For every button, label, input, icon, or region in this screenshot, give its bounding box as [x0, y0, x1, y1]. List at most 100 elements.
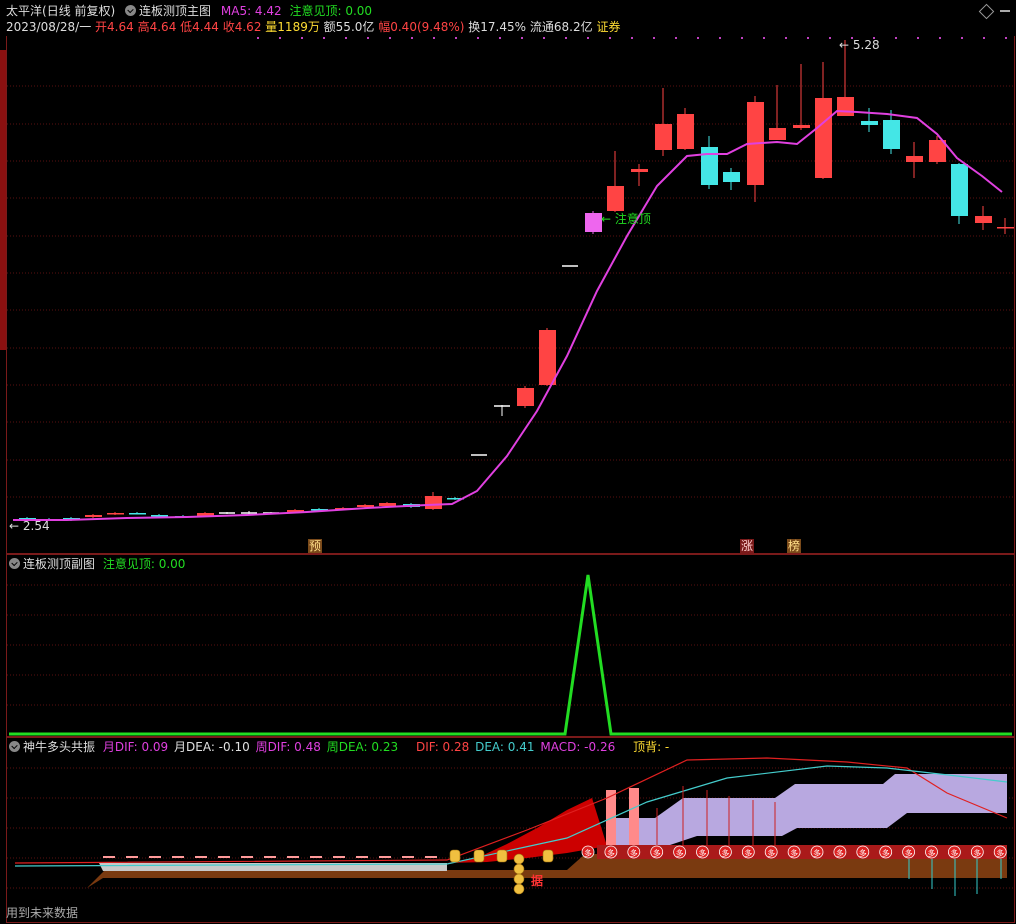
- duo-signal-text: 多: [996, 848, 1004, 858]
- weekly-dif: 周DIF: 0.48: [255, 740, 321, 754]
- candle-body: [997, 227, 1014, 229]
- macd-mini-bar: [264, 856, 276, 858]
- tag-zhang[interactable]: 涨: [740, 539, 755, 553]
- duo-signal-text: 多: [882, 848, 890, 858]
- main-indicator-name[interactable]: 连板测顶主图: [139, 4, 211, 18]
- duo-signal-text: 多: [859, 848, 867, 858]
- top-divergence-value: 顶背: -: [633, 740, 670, 754]
- resonance-panel[interactable]: 多 多 多 多 多 多 多 多 多 多 多 多 多 多 多 多 多 多 多 神牛多头共振 月DIF: 0.09 月D…: [6, 737, 1015, 923]
- candle-body: [906, 156, 923, 162]
- duo-signal-text: 多: [676, 848, 684, 858]
- candle-body: [425, 496, 442, 509]
- macd-value: MACD: -0.26: [540, 740, 616, 754]
- duo-signal-text: 多: [653, 848, 661, 858]
- sub-chart-title[interactable]: 连板测顶副图: [23, 557, 95, 571]
- coin-icon: [513, 883, 525, 895]
- period-label: (日线 前复权): [42, 4, 116, 18]
- sub-chart-value: 注意见顶: 0.00: [102, 557, 186, 571]
- resonance-canvas: 多多多多多多多多多多多多多多多多多多多: [7, 757, 1014, 896]
- main-chart-panel[interactable]: ← 5.28 ← 2.54 ← 注意顶 预 涨 榜: [6, 36, 1015, 554]
- float-cap-label: 流通68.2亿: [529, 20, 593, 34]
- volume-label: 量1189万: [265, 20, 320, 34]
- duo-signal-text: 多: [790, 848, 798, 858]
- macd-mini-bar: [379, 856, 391, 858]
- duo-signal-text: 多: [905, 848, 913, 858]
- candle-body: [85, 515, 102, 517]
- low-price: 低4.44: [180, 20, 219, 34]
- main-chart-canvas: [7, 37, 1014, 521]
- low-price-marker: ← 2.54: [9, 519, 50, 533]
- sector-label[interactable]: 证券: [596, 20, 620, 34]
- high-price: 高4.64: [137, 20, 177, 34]
- duo-signal-text: 多: [630, 848, 638, 858]
- tag-bang[interactable]: 榜: [787, 539, 802, 553]
- sub-chart-panel[interactable]: 连板测顶副图 注意见顶: 0.00: [6, 554, 1015, 737]
- sub-chart-header: 连板测顶副图 注意见顶: 0.00: [9, 557, 185, 571]
- hand-pointer-icon: [449, 849, 461, 863]
- stock-name: 太平洋: [6, 4, 43, 18]
- change-label: 幅0.40(9.48%): [378, 20, 465, 34]
- open-price: 开4.64: [95, 20, 134, 34]
- diamond-icon[interactable]: [978, 3, 995, 20]
- candle-body: [677, 114, 694, 149]
- macd-mini-bar: [241, 856, 253, 858]
- macd-mini-bar: [103, 856, 115, 858]
- candle-body: [769, 128, 786, 140]
- resonance-menu-icon[interactable]: [9, 741, 20, 752]
- tag-yu[interactable]: 预: [308, 539, 323, 553]
- sub-chart-canvas: [7, 574, 1014, 736]
- sub-indicator-menu-icon[interactable]: [9, 558, 20, 569]
- candle-body: [837, 97, 854, 116]
- macd-mini-bar: [425, 856, 437, 858]
- header-row-1: 太平洋(日线 前复权) 连板测顶主图 MA5: 4.42 注意见顶: 0.00: [6, 4, 372, 18]
- hand-pointer-icon: [473, 849, 485, 863]
- monthly-dif: 月DIF: 0.09: [102, 740, 169, 754]
- warn-top-value: 注意见顶: 0.00: [289, 4, 373, 18]
- macd-mini-bar: [149, 856, 161, 858]
- duo-signal-text: 多: [836, 848, 844, 858]
- coin-icon: [513, 863, 525, 875]
- dif-value: DIF: 0.28: [415, 740, 470, 754]
- candle-body: [357, 505, 374, 507]
- candle-body: [539, 330, 556, 385]
- amount-label: 额55.0亿: [323, 20, 375, 34]
- minimize-icon[interactable]: [1000, 10, 1010, 12]
- monthly-dea: 月DEA: -0.10: [174, 740, 250, 754]
- warn-top-line: [9, 574, 1012, 736]
- candle-body: [975, 216, 992, 223]
- turnover-label: 换17.45%: [468, 20, 527, 34]
- duo-signal-text: 多: [584, 848, 592, 858]
- candle-body: [951, 164, 968, 216]
- candle-body: [379, 503, 396, 506]
- duo-signal-text: 多: [767, 848, 775, 858]
- macd-mini-bar: [287, 856, 299, 858]
- candle-body: [793, 125, 810, 128]
- duo-signal-text: 多: [607, 848, 615, 858]
- macd-mini-bar: [126, 856, 138, 858]
- close-price: 收4.62: [222, 20, 262, 34]
- candle-body: [701, 147, 718, 185]
- weekly-macd-area: [607, 774, 1007, 846]
- date-label: 2023/08/28/一: [6, 20, 92, 34]
- footer-note: 用到未来数据: [6, 906, 79, 920]
- duo-signal-text: 多: [950, 848, 958, 858]
- candle-body: [861, 121, 878, 125]
- warn-top-annotation: ← 注意顶: [601, 212, 651, 226]
- coin-icon: [513, 853, 525, 865]
- weekly-dea: 周DEA: 0.23: [326, 740, 399, 754]
- warn-top-annotation-text: 注意顶: [614, 212, 651, 226]
- low-price-value: 2.54: [22, 519, 50, 533]
- indicator-menu-icon[interactable]: [125, 5, 137, 16]
- macd-mini-bar: [333, 856, 345, 858]
- candle-body: [585, 213, 602, 232]
- macd-mini-bar: [356, 856, 368, 858]
- ma5-line: [13, 109, 1003, 521]
- candle-body: [517, 388, 534, 406]
- candle-body: [151, 515, 168, 517]
- resonance-title[interactable]: 神牛多头共振: [23, 740, 95, 754]
- macd-mini-bar: [195, 856, 207, 858]
- macd-mini-bar: [402, 856, 414, 858]
- high-price-value: 5.28: [852, 38, 880, 52]
- ju-label: 据: [531, 874, 544, 888]
- duo-signal-text: 多: [744, 848, 752, 858]
